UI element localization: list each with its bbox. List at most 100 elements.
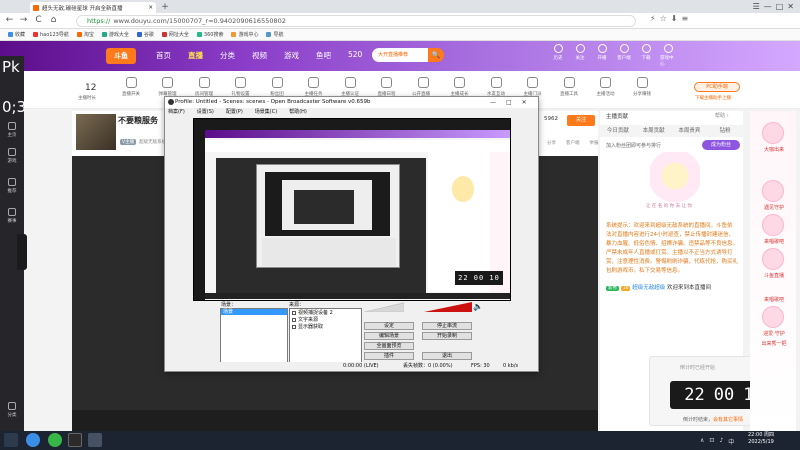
activity-label[interactable]: 遇见守护 bbox=[752, 204, 796, 211]
activity-badge-icon[interactable] bbox=[762, 306, 784, 328]
nav-category[interactable]: 分类 bbox=[220, 50, 235, 61]
report-button[interactable]: 举报 bbox=[590, 140, 599, 146]
bookmark-item[interactable]: 导航 bbox=[266, 31, 284, 38]
bookmark-item[interactable]: 游戏中心 bbox=[231, 31, 258, 38]
tray-expand-icon[interactable]: ∧ bbox=[700, 437, 704, 446]
stop-stream-button[interactable]: 停止串流 bbox=[422, 322, 472, 330]
activity-badge-icon[interactable] bbox=[762, 248, 784, 270]
plugins-button[interactable]: 插件 bbox=[364, 352, 414, 360]
sidebar-collapse-toggle[interactable] bbox=[17, 234, 27, 270]
client-button[interactable]: 客户端 bbox=[566, 140, 580, 146]
bookmark-item[interactable]: 游戏大全 bbox=[101, 31, 129, 38]
network-icon[interactable]: ⊡ bbox=[709, 437, 714, 446]
tool-item[interactable]: 分享赚钱 bbox=[631, 77, 653, 103]
start-live-button[interactable]: 开播 bbox=[594, 44, 610, 67]
nav-video[interactable]: 视频 bbox=[252, 50, 267, 61]
countdown-action-link[interactable]: 会有其它事情 bbox=[713, 417, 743, 423]
menu-icon[interactable]: ≡ bbox=[682, 14, 689, 23]
nav-520[interactable]: 520 bbox=[348, 50, 362, 61]
obs-menu-item[interactable]: 设置(S) bbox=[197, 108, 214, 117]
source-item[interactable]: 视频捕捉设备 2 bbox=[292, 309, 333, 316]
tab-close-icon[interactable]: ✕ bbox=[148, 5, 153, 11]
tab-week[interactable]: 本周贡献 bbox=[636, 125, 672, 137]
activity-badge-icon[interactable] bbox=[762, 180, 784, 202]
pc-assistant-button[interactable]: PC助手端 bbox=[694, 82, 740, 92]
scene-item[interactable]: 场景 bbox=[221, 309, 287, 315]
nav-game[interactable]: 游戏 bbox=[284, 50, 299, 61]
follow-list-button[interactable]: 关注 bbox=[572, 44, 588, 67]
nav-live[interactable]: 直播 bbox=[188, 50, 203, 61]
source-item[interactable]: 文字来源 bbox=[292, 316, 318, 323]
bookmark-item[interactable]: 收藏 bbox=[8, 31, 25, 38]
rank-help-link[interactable]: 帮助 › bbox=[715, 112, 729, 119]
activity-label[interactable]: 斗鱼直播 bbox=[752, 272, 796, 279]
extension-icon[interactable]: ⚡ bbox=[650, 14, 656, 23]
follow-button[interactable]: 关注 bbox=[567, 115, 595, 126]
start-recording-button[interactable]: 开始录制 bbox=[422, 332, 472, 340]
bookmark-item[interactable]: 360搜索 bbox=[196, 31, 223, 38]
nav-home[interactable]: 首页 bbox=[156, 50, 171, 61]
activity-badge-icon[interactable] bbox=[762, 122, 784, 144]
edit-scene-button[interactable]: 编辑场景 bbox=[364, 332, 414, 340]
bookmark-item[interactable]: 淘宝 bbox=[76, 31, 94, 38]
obs-menu-item[interactable]: 帮助(H) bbox=[289, 108, 307, 117]
activity-badge-icon[interactable] bbox=[762, 214, 784, 236]
bookmark-item[interactable]: 谷歌 bbox=[136, 31, 154, 38]
bookmark-item[interactable]: 网址大全 bbox=[161, 31, 189, 38]
close-button[interactable]: ✕ bbox=[787, 2, 794, 11]
search-icon[interactable]: 🔍 bbox=[428, 48, 444, 62]
sidebar-item-events[interactable]: 赛事 bbox=[0, 208, 24, 224]
scenes-list[interactable] bbox=[220, 308, 288, 363]
browser-taskbar-icon[interactable] bbox=[26, 433, 40, 447]
source-item[interactable]: 显示器获取 bbox=[292, 323, 323, 330]
share-button[interactable]: 分享 bbox=[547, 140, 556, 146]
taskbar-clock[interactable]: 22:00 周四 2022/5/19 bbox=[748, 432, 774, 446]
app-taskbar-icon[interactable] bbox=[88, 433, 102, 447]
client-button[interactable]: 客户端 bbox=[616, 44, 632, 67]
activity-label[interactable]: 迎爱·守护 bbox=[752, 330, 796, 337]
obs-menu-item[interactable]: 配置(P) bbox=[226, 108, 243, 117]
activity-label[interactable]: 来唱歌吧 bbox=[752, 238, 796, 245]
minimize-button[interactable]: — bbox=[764, 2, 772, 11]
obs-menu-item[interactable]: 档案(F) bbox=[168, 108, 185, 117]
tab-vip[interactable]: 本周贵宾 bbox=[672, 125, 708, 137]
download-button[interactable]: 下载 bbox=[638, 44, 654, 67]
desktop-audio-meter[interactable] bbox=[364, 302, 404, 312]
tool-item[interactable]: 直播开关 bbox=[120, 77, 142, 103]
browser-tab[interactable]: 超头无敌,碳硅星球 开启全新直播 ✕ bbox=[30, 2, 156, 13]
maximize-button[interactable]: □ bbox=[776, 2, 784, 11]
home-button[interactable]: ⌂ bbox=[48, 15, 59, 26]
obs-taskbar-icon[interactable] bbox=[68, 433, 82, 447]
join-fan-club-button[interactable]: 成为粉丝 bbox=[702, 140, 740, 150]
tab-today[interactable]: 今日贡献 bbox=[600, 125, 636, 137]
speaker-icon[interactable]: 🔈 bbox=[473, 302, 483, 312]
forward-button[interactable]: → bbox=[18, 15, 29, 26]
volume-icon[interactable]: ♪ bbox=[719, 437, 723, 446]
exit-button[interactable]: 退出 bbox=[422, 352, 472, 360]
avatar[interactable] bbox=[76, 114, 116, 150]
activity-label[interactable]: 来唱歌吧 bbox=[752, 296, 796, 303]
tab-diamond[interactable]: 钻粉 bbox=[707, 125, 743, 137]
url-input[interactable]: https://www.douyu.com/15000707_r=0.94020… bbox=[76, 15, 636, 27]
sidebar-item-recommend[interactable]: 推荐 bbox=[0, 178, 24, 194]
new-tab-button[interactable]: + bbox=[160, 2, 170, 12]
app-taskbar-icon[interactable] bbox=[48, 433, 62, 447]
history-button[interactable]: 历史 bbox=[550, 44, 566, 67]
welcome-user[interactable]: 超级无敌超级 bbox=[632, 285, 665, 291]
start-icon[interactable] bbox=[4, 433, 18, 447]
menu-icon[interactable]: ☰ bbox=[753, 2, 760, 11]
obs-close-button[interactable]: ✕ bbox=[522, 97, 527, 108]
nav-yuba[interactable]: 鱼吧 bbox=[316, 50, 331, 61]
obs-menu-item[interactable]: 场景集(C) bbox=[255, 108, 277, 117]
settings-button[interactable]: 设定 bbox=[364, 322, 414, 330]
sidebar-item-home[interactable]: 主页 bbox=[0, 122, 24, 138]
bookmark-item[interactable]: hao123导航 bbox=[33, 31, 69, 38]
tool-item[interactable]: 直播工具 bbox=[558, 77, 580, 103]
sidebar-item-game[interactable]: 游戏 bbox=[0, 148, 24, 164]
download-icon[interactable]: ⬇ bbox=[671, 14, 678, 23]
sidebar-item-category[interactable]: 分类 bbox=[0, 402, 24, 418]
activity-label[interactable]: 出来秀一把 bbox=[752, 340, 796, 347]
game-center-button[interactable]: 游戏中心 bbox=[660, 44, 676, 67]
star-icon[interactable]: ☆ bbox=[660, 14, 667, 23]
ime-icon[interactable]: 中 bbox=[728, 437, 734, 446]
